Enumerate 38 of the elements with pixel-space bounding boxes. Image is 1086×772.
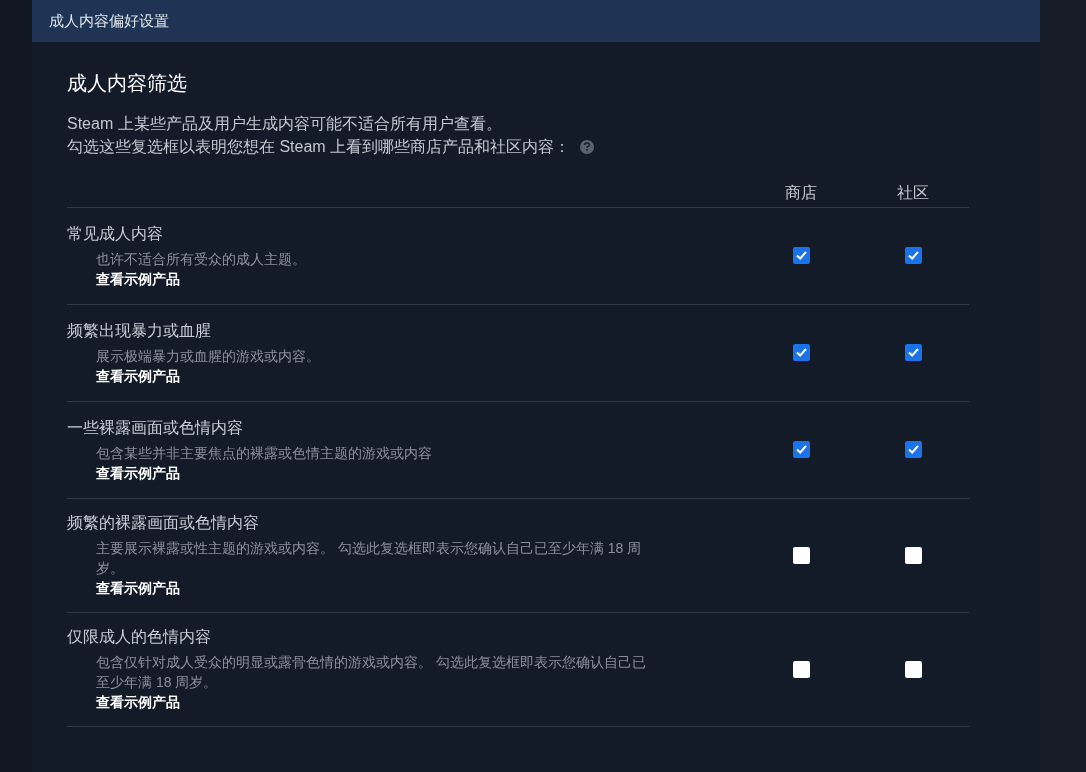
checkmark-icon <box>906 443 920 456</box>
category-title: 频繁的裸露画面或色情内容 <box>67 513 260 533</box>
intro-text: Steam 上某些产品及用户生成内容可能不适合所有用户查看。 <box>67 114 502 134</box>
category-description: 展示极端暴力或血腥的游戏或内容。 <box>96 346 321 366</box>
checkbox[interactable] <box>792 344 810 361</box>
category-description: 主要展示裸露或性主题的游戏或内容。 勾选此复选框即表示您确认自己已至少年满 18 周岁。 <box>96 539 643 578</box>
category-description: 包含某些并非主要焦点的裸露或色情主题的游戏或内容 <box>96 443 433 463</box>
checkmark-icon <box>794 443 808 456</box>
category-title: 频繁出现暴力或血腥 <box>67 320 212 341</box>
section-title: 成人内容筛选 <box>67 71 188 96</box>
category-description: 包含仅针对成人受众的明显或露骨色情的游戏或内容。 勾选此复选框即表示您确认自己已至少年满 18 周岁。 <box>96 653 647 692</box>
sample-products-link[interactable]: 查看示例产品 <box>96 462 180 483</box>
checkmark-icon <box>906 249 920 262</box>
checkbox[interactable] <box>792 441 810 458</box>
checkmark-icon <box>794 249 808 262</box>
checkbox[interactable] <box>904 247 922 264</box>
help-icon[interactable] <box>580 139 595 154</box>
checkbox[interactable] <box>904 344 922 361</box>
intro-text: 勾选这些复选框以表明您想在 Steam 上看到哪些商店产品和社区内容： <box>67 137 571 157</box>
checkmark-icon <box>794 346 808 359</box>
column-header: 社区 <box>897 183 929 203</box>
checkbox[interactable] <box>792 546 810 564</box>
sample-products-link[interactable]: 查看示例产品 <box>96 268 180 289</box>
sample-products-link[interactable]: 查看示例产品 <box>96 365 180 386</box>
category-title: 一些裸露画面或色情内容 <box>67 417 244 438</box>
sample-products-link[interactable]: 查看示例产品 <box>96 578 180 598</box>
panel-title: 成人内容偏好设置 <box>49 10 169 31</box>
checkbox[interactable] <box>792 660 810 678</box>
category-description: 也许不适合所有受众的成人主题。 <box>96 249 307 269</box>
checkmark-icon <box>906 346 920 359</box>
column-header: 商店 <box>785 183 817 203</box>
checkbox[interactable] <box>904 546 922 564</box>
sample-products-link[interactable]: 查看示例产品 <box>96 692 180 712</box>
checkbox[interactable] <box>792 247 810 264</box>
category-title: 常见成人内容 <box>67 223 164 244</box>
checkbox[interactable] <box>904 660 922 678</box>
checkbox[interactable] <box>904 441 922 458</box>
category-title: 仅限成人的色情内容 <box>67 627 212 647</box>
